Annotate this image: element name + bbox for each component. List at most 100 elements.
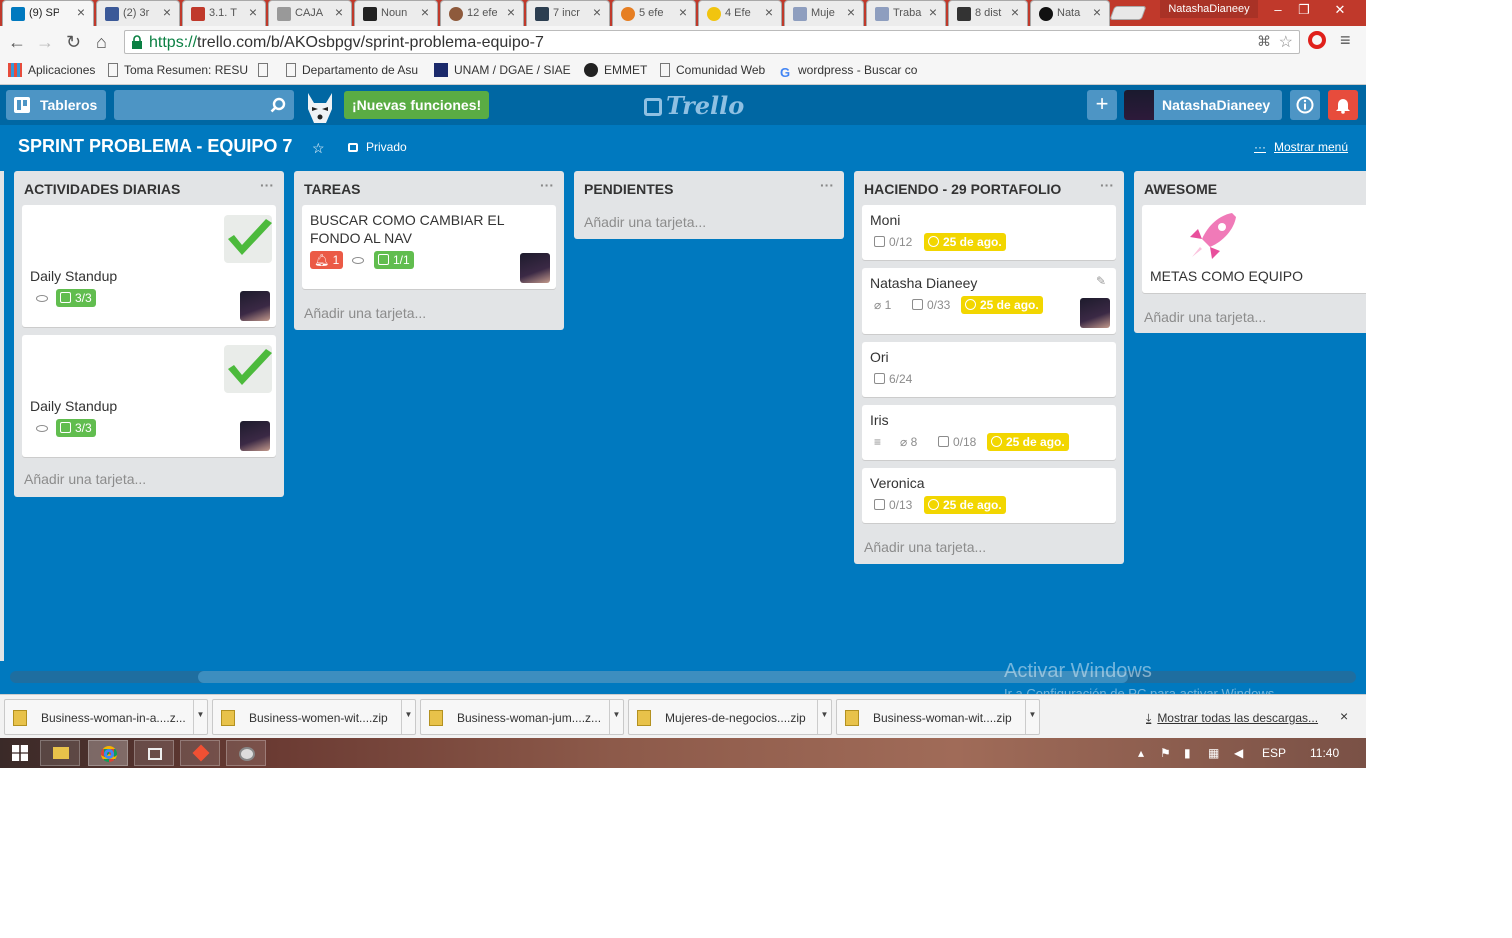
chevron-down-icon[interactable]: ▼ [193, 700, 207, 734]
bookmark-item[interactable] [258, 63, 274, 77]
file-explorer-taskbar-icon[interactable] [40, 740, 80, 766]
search-input[interactable] [114, 90, 264, 120]
add-card-link[interactable]: Añadir una tarjeta... [584, 214, 706, 230]
scrollbar-thumb[interactable] [198, 671, 1128, 683]
info-button[interactable] [1290, 90, 1320, 120]
address-bar[interactable]: https://trello.com/b/AKOsbpgv/sprint-pro… [124, 30, 1300, 54]
card[interactable]: Daily Standup 3/3 [22, 335, 276, 457]
browser-tab[interactable]: 5 efe × [612, 0, 696, 26]
add-card-link[interactable]: Añadir una tarjeta... [24, 471, 146, 487]
card[interactable]: BUSCAR COMO CAMBIAR EL FONDO AL NAV 🔔︎ 1… [302, 205, 556, 289]
windows-start-icon[interactable] [12, 745, 28, 761]
restore-icon[interactable]: ❐ [1292, 0, 1316, 20]
close-tab-icon[interactable]: × [77, 4, 85, 20]
close-tab-icon[interactable]: × [929, 4, 937, 20]
boards-button[interactable]: Tableros [6, 90, 106, 120]
browser-tab[interactable]: 7 incr × [526, 0, 610, 26]
member-avatar[interactable] [1080, 298, 1110, 328]
card[interactable]: METAS COMO EQUIPO [1142, 205, 1366, 293]
close-tab-icon[interactable]: × [249, 4, 257, 20]
bookmark-item[interactable]: UNAM / DGAE / SIAE [434, 63, 571, 77]
board-title[interactable]: SPRINT PROBLEMA - EQUIPO 7 [18, 136, 292, 157]
bookmark-item[interactable]: Comunidad Web [660, 63, 765, 77]
bookmark-item[interactable]: Departamento de Asu [286, 63, 418, 77]
list-title[interactable]: PENDIENTES [584, 181, 673, 197]
battery-icon[interactable]: ▮ [1184, 746, 1191, 760]
close-window-icon[interactable]: ✕ [1318, 0, 1362, 20]
notifications-button[interactable] [1328, 90, 1358, 120]
list-menu-icon[interactable]: ··· [820, 177, 834, 193]
browser-tab[interactable]: 12 efe × [440, 0, 524, 26]
browser-tab[interactable]: (9) SP × [2, 0, 94, 26]
list-menu-icon[interactable]: ··· [260, 177, 274, 193]
window-user-badge[interactable]: NatashaDianeey [1160, 0, 1258, 18]
download-item[interactable]: Business-woman-jum....z... ▼ [420, 699, 624, 735]
browser-tab[interactable]: 4 Efe × [698, 0, 782, 26]
star-icon[interactable]: ☆ [312, 140, 325, 157]
bookmark-item[interactable]: Gwordpress - Buscar co [780, 63, 917, 80]
close-tab-icon[interactable]: × [335, 4, 343, 20]
paint-taskbar-icon[interactable] [226, 740, 266, 766]
browser-tab[interactable]: Noun × [354, 0, 438, 26]
search-icon[interactable] [270, 97, 286, 113]
forward-icon[interactable]: → [36, 32, 54, 52]
network-icon[interactable]: ▦ [1208, 746, 1219, 760]
back-icon[interactable]: ← [8, 32, 26, 52]
card[interactable]: Moni 0/12 25 de ago. [862, 205, 1116, 260]
list-title[interactable]: ACTIVIDADES DIARIAS [24, 181, 180, 197]
home-icon[interactable]: ⌂ [96, 32, 107, 52]
close-tab-icon[interactable]: × [1093, 4, 1101, 20]
close-tab-icon[interactable]: × [847, 4, 855, 20]
member-avatar[interactable] [520, 253, 550, 283]
git-taskbar-icon[interactable] [180, 740, 220, 766]
browser-tab[interactable]: Nata × [1030, 0, 1110, 26]
download-item[interactable]: Mujeres-de-negocios....zip ▼ [628, 699, 832, 735]
add-card-link[interactable]: Añadir una tarjeta... [864, 539, 986, 555]
close-tab-icon[interactable]: × [679, 4, 687, 20]
close-tab-icon[interactable]: × [163, 4, 171, 20]
add-card-link[interactable]: Añadir una tarjeta... [1144, 309, 1266, 325]
show-menu-link[interactable]: ··· Mostrar menú [1254, 140, 1348, 154]
browser-tab[interactable]: Traba × [866, 0, 946, 26]
close-downloads-icon[interactable]: × [1340, 708, 1348, 724]
chevron-down-icon[interactable]: ▼ [609, 700, 623, 734]
bookmark-item[interactable]: Aplicaciones [8, 63, 95, 77]
privacy-button[interactable]: Privado [348, 140, 407, 154]
download-item[interactable]: Business-woman-in-a....z... ▼ [4, 699, 208, 735]
opera-icon[interactable] [1308, 31, 1326, 49]
member-avatar[interactable] [240, 421, 270, 451]
bookmark-item[interactable]: EMMET [584, 63, 647, 77]
taco-mascot-icon[interactable] [302, 89, 338, 125]
download-item[interactable]: Business-woman-wit....zip ▼ [836, 699, 1040, 735]
card[interactable]: Daily Standup 3/3 [22, 205, 276, 327]
flag-icon[interactable]: ⚑ [1160, 746, 1171, 760]
translate-icon[interactable]: ⌘ [1257, 33, 1271, 50]
close-tab-icon[interactable]: × [421, 4, 429, 20]
download-item[interactable]: Business-women-wit....zip ▼ [212, 699, 416, 735]
bookmark-item[interactable]: Toma Resumen: RESU [108, 63, 248, 77]
trello-logo[interactable]: Trello [644, 91, 744, 120]
card[interactable]: Iris ≡ ⌀ 8 0/18 25 de ago. [862, 405, 1116, 460]
add-card-link[interactable]: Añadir una tarjeta... [304, 305, 426, 321]
reload-icon[interactable]: ↻ [66, 32, 81, 52]
close-tab-icon[interactable]: × [765, 4, 773, 20]
browser-tab[interactable]: CAJA × [268, 0, 352, 26]
close-tab-icon[interactable]: × [507, 4, 515, 20]
card[interactable]: Ori 6/24 [862, 342, 1116, 397]
clock[interactable]: 11:40 [1310, 746, 1339, 760]
chevron-down-icon[interactable]: ▼ [817, 700, 831, 734]
member-menu-button[interactable]: NatashaDianeey [1124, 90, 1282, 120]
browser-tab[interactable]: Muje × [784, 0, 864, 26]
new-features-button[interactable]: ¡Nuevas funciones! [344, 91, 490, 119]
minimize-icon[interactable]: – [1266, 0, 1290, 20]
browser-tab[interactable]: 3.1. T × [182, 0, 266, 26]
list-menu-icon[interactable]: ··· [1100, 177, 1114, 193]
new-tab-button[interactable] [1109, 6, 1147, 20]
member-avatar[interactable] [240, 291, 270, 321]
menu-icon[interactable]: ≡ [1340, 30, 1351, 51]
chevron-down-icon[interactable]: ▼ [1025, 700, 1039, 734]
star-bookmark-icon[interactable]: ☆ [1279, 32, 1293, 52]
list-title[interactable]: TAREAS [304, 181, 361, 197]
card[interactable]: Veronica 0/13 25 de ago. [862, 468, 1116, 523]
search-field[interactable] [114, 90, 294, 120]
